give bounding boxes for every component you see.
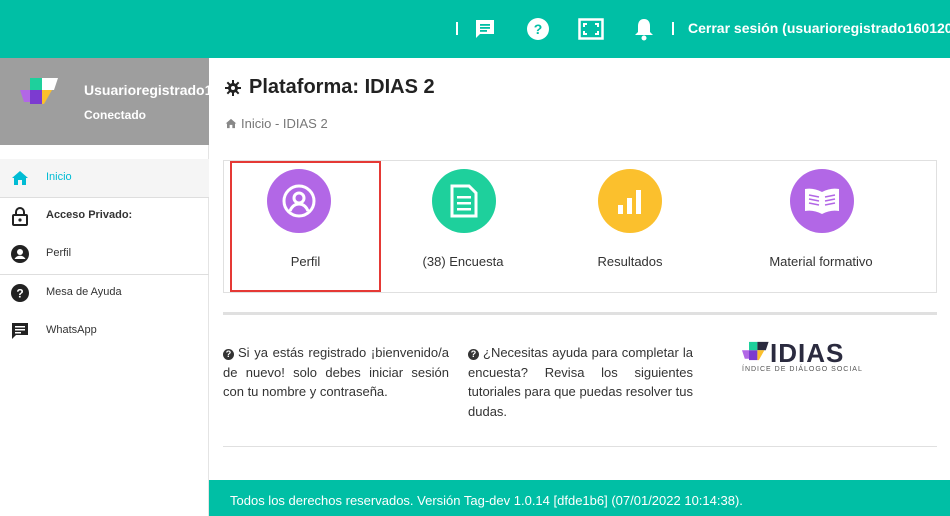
footer: Todos los derechos reservados. Versión T… bbox=[209, 480, 950, 516]
idias-brand-logo: IDIAS ÍNDICE DE DIÁLOGO SOCIAL bbox=[742, 338, 872, 378]
brand-tagline: ÍNDICE DE DIÁLOGO SOCIAL bbox=[742, 366, 863, 373]
idias-logo-icon bbox=[742, 341, 769, 361]
info-login-text: ? Si ya estás registrado ¡bienvenido/a de… bbox=[223, 345, 449, 399]
tile-label: Perfil bbox=[290, 254, 321, 269]
document-icon bbox=[432, 169, 496, 233]
tile-label: (38) Encuesta bbox=[422, 254, 504, 269]
question-icon: ? bbox=[468, 349, 479, 360]
tile-resultados[interactable]: Resultados bbox=[569, 161, 691, 292]
separator bbox=[456, 22, 458, 35]
home-icon bbox=[10, 168, 30, 188]
top-bar: ? Cerrar sesión (usuarioregistrado160120… bbox=[0, 0, 950, 58]
idias-logo-icon bbox=[20, 78, 58, 104]
gear-icon bbox=[225, 79, 241, 96]
user-status: Conectado bbox=[84, 108, 147, 122]
sidebar-item-mesa-de-ayuda[interactable]: ? Mesa de Ayuda bbox=[0, 274, 209, 312]
tile-encuesta[interactable]: (38) Encuesta bbox=[402, 161, 524, 292]
sidebar-item-acceso-privado: Acceso Privado: bbox=[0, 197, 209, 235]
question-icon: ? bbox=[223, 349, 234, 360]
info-help-text: ? ¿Necesitas ayuda para completar la encu… bbox=[468, 345, 693, 419]
help-icon: ? bbox=[10, 283, 30, 303]
separator bbox=[672, 22, 674, 35]
svg-text:?: ? bbox=[534, 21, 543, 37]
svg-text:?: ? bbox=[16, 287, 23, 301]
user-icon bbox=[267, 169, 331, 233]
user-panel: Usuarioregistrado1 Conectado bbox=[0, 58, 213, 145]
tile-perfil[interactable]: Perfil bbox=[230, 161, 381, 292]
sidebar-item-label: Mesa de Ayuda bbox=[46, 286, 122, 298]
bell-icon[interactable] bbox=[631, 16, 657, 42]
page-title-text: Plataforma: IDIAS 2 bbox=[249, 76, 435, 98]
sidebar-item-perfil[interactable]: Perfil bbox=[0, 235, 209, 273]
help-icon[interactable]: ? bbox=[525, 16, 551, 42]
sidebar-item-label: Perfil bbox=[46, 247, 72, 259]
breadcrumb: Inicio - IDIAS 2 bbox=[225, 116, 328, 131]
tiles-panel: Perfil (38) Encuesta Resultados Material… bbox=[223, 160, 937, 293]
chat-icon[interactable] bbox=[472, 16, 498, 42]
fullscreen-icon[interactable] bbox=[578, 16, 604, 42]
tile-label: Material formativo bbox=[769, 254, 873, 269]
user-name: Usuarioregistrado1 bbox=[84, 82, 213, 98]
divider bbox=[223, 312, 937, 315]
tile-material-formativo[interactable]: Material formativo bbox=[758, 161, 884, 292]
breadcrumb-text[interactable]: Inicio - IDIAS 2 bbox=[241, 116, 328, 131]
sidebar-item-whatsapp[interactable]: WhatsApp bbox=[0, 312, 209, 350]
logout-link[interactable]: Cerrar sesión (usuarioregistrado16012022… bbox=[688, 20, 950, 36]
sidebar: Usuarioregistrado1 Conectado Inicio Acce… bbox=[0, 58, 213, 516]
sidebar-item-label: WhatsApp bbox=[46, 324, 97, 336]
footer-text: Todos los derechos reservados. Versión T… bbox=[230, 493, 743, 508]
user-circle-icon bbox=[10, 244, 30, 264]
bar-chart-icon bbox=[598, 169, 662, 233]
page-title: Plataforma: IDIAS 2 bbox=[225, 76, 435, 99]
sidebar-item-label: Acceso Privado: bbox=[46, 209, 133, 221]
divider bbox=[223, 446, 937, 447]
lock-icon bbox=[10, 206, 30, 226]
book-icon bbox=[790, 169, 854, 233]
sidebar-item-label: Inicio bbox=[46, 171, 72, 183]
chat-icon bbox=[10, 321, 30, 341]
home-icon[interactable] bbox=[225, 118, 237, 129]
sidebar-item-inicio[interactable]: Inicio bbox=[0, 159, 209, 197]
tile-label: Resultados bbox=[597, 254, 663, 269]
brand-name: IDIAS bbox=[770, 338, 845, 368]
